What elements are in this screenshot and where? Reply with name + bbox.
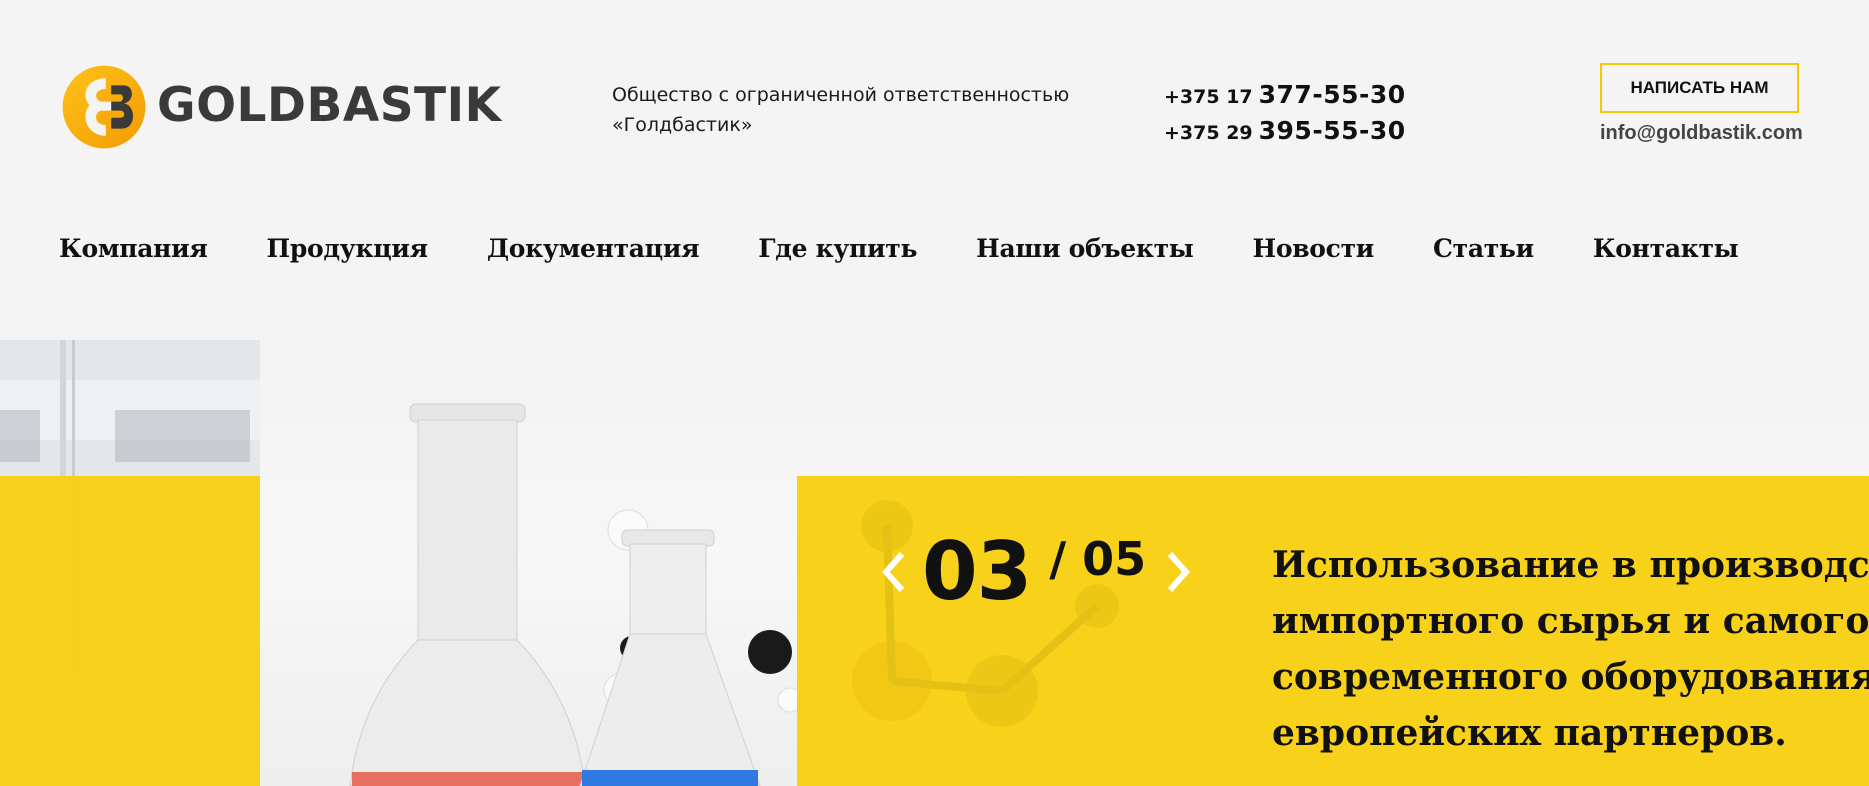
phone-code: +375 17 bbox=[1164, 86, 1253, 108]
company-line-2: «Голдбастик» bbox=[612, 114, 753, 136]
nav-item-company[interactable]: Компания bbox=[59, 234, 208, 263]
main-nav: Компания Продукция Документация Где купи… bbox=[59, 234, 1797, 263]
phone-list: +375 17 377-55-30 +375 29 395-55-30 bbox=[1164, 78, 1406, 150]
slider-pagination: 03 / 05 bbox=[880, 530, 1192, 614]
slide-current-number: 03 bbox=[922, 525, 1032, 618]
slide-caption-line: современного оборудования от bbox=[1272, 656, 1869, 698]
email-link[interactable]: info@goldbastik.com bbox=[1600, 122, 1803, 145]
nav-item-articles[interactable]: Статьи bbox=[1433, 234, 1534, 263]
hero-side-overlay bbox=[0, 476, 260, 786]
logo-text: GOLDBASTIK bbox=[157, 77, 502, 133]
slide-caption-line: импортного сырья и самого bbox=[1272, 600, 1869, 642]
company-line-1: Общество с ограниченной ответственностью bbox=[612, 84, 1070, 106]
nav-item-documentation[interactable]: Документация bbox=[487, 234, 700, 263]
nav-item-our-objects[interactable]: Наши объекты bbox=[976, 234, 1194, 263]
phone-number: 395-55-30 bbox=[1258, 116, 1406, 145]
chevron-left-icon[interactable] bbox=[880, 550, 908, 594]
phone-link-1[interactable]: +375 17 377-55-30 bbox=[1164, 78, 1406, 114]
goldbastik-logo-icon bbox=[62, 65, 146, 149]
write-us-button[interactable]: НАПИСАТЬ НАМ bbox=[1600, 63, 1799, 113]
nav-item-products[interactable]: Продукция bbox=[267, 234, 429, 263]
phone-link-2[interactable]: +375 29 395-55-30 bbox=[1164, 114, 1406, 150]
slide-caption: Использование в производстве импортного … bbox=[1272, 537, 1869, 761]
logo-link[interactable]: GOLDBASTIK bbox=[59, 62, 502, 152]
company-name: Общество с ограниченной ответственностью… bbox=[612, 80, 1069, 140]
slide-caption-line: европейских партнеров. bbox=[1272, 712, 1787, 754]
slide-total-number: / 05 bbox=[1049, 532, 1147, 586]
nav-item-where-to-buy[interactable]: Где купить bbox=[758, 234, 917, 263]
nav-item-contacts[interactable]: Контакты bbox=[1593, 234, 1739, 263]
phone-number: 377-55-30 bbox=[1258, 80, 1406, 109]
site-header: GOLDBASTIK Общество с ограниченной ответ… bbox=[0, 0, 1869, 340]
slide-caption-line: Использование в производстве bbox=[1272, 544, 1869, 586]
hero-slider: 03 / 05 Использование в производстве имп… bbox=[0, 340, 1869, 786]
chevron-right-icon[interactable] bbox=[1164, 550, 1192, 594]
phone-code: +375 29 bbox=[1164, 122, 1253, 144]
nav-item-news[interactable]: Новости bbox=[1253, 234, 1375, 263]
